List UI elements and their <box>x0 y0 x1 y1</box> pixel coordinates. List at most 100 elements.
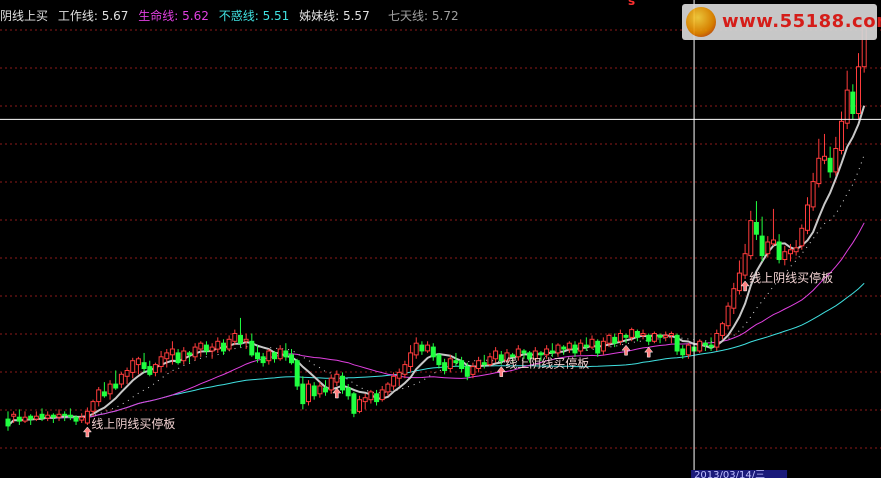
candle-body <box>323 387 328 393</box>
candle-body <box>300 383 306 405</box>
candle-body <box>181 350 187 362</box>
candle-body <box>345 387 351 397</box>
candle-body <box>215 340 221 350</box>
candle-body <box>385 383 391 393</box>
candle-body <box>759 235 765 257</box>
candle-body <box>56 413 62 418</box>
candle-body <box>646 334 652 342</box>
candle-body <box>96 389 102 403</box>
seven-line-name: 七天线: <box>388 9 429 23</box>
candle-body <box>402 364 408 375</box>
candle-body <box>572 344 578 354</box>
candle-body <box>152 364 158 373</box>
candle-body <box>487 356 493 366</box>
candle-body <box>481 362 487 366</box>
candle-body <box>600 340 606 352</box>
candle-body <box>827 157 833 173</box>
candle-body <box>5 418 11 427</box>
candlestick-chart[interactable]: 线上阴线买停板线上阴线买停板线上阴线买停板 2013/03/14/三 <box>0 0 881 478</box>
buy-arrow-icon <box>740 280 750 292</box>
candle-body <box>124 370 130 377</box>
candle-body <box>311 385 317 397</box>
candle-body <box>266 350 272 362</box>
candle-body <box>521 350 527 354</box>
candle-body <box>255 352 260 360</box>
candle-body <box>544 348 550 356</box>
candle-body <box>90 401 96 412</box>
candle-body <box>357 399 362 412</box>
candle-body <box>169 348 175 356</box>
candle-body <box>101 391 107 397</box>
candle-body <box>782 251 788 260</box>
sister-line-name: 姊妹线: <box>299 9 340 23</box>
candle-body <box>413 342 419 356</box>
candle-body <box>340 375 345 391</box>
candle-body <box>118 373 124 385</box>
candle-body <box>561 346 567 350</box>
candle-body <box>226 338 232 350</box>
candle-body <box>805 204 810 231</box>
annotation-label: 线上阴线买停板 <box>91 416 175 431</box>
candle-body <box>657 334 663 338</box>
candle-body <box>753 222 759 235</box>
candle-body <box>464 366 470 377</box>
buy-arrow-icon <box>644 346 654 358</box>
candle-body <box>459 360 465 370</box>
buhuo-line-name: 不惑线: <box>218 9 259 23</box>
candle-body <box>623 334 629 338</box>
candle-body <box>493 350 499 360</box>
candle-body <box>67 414 73 418</box>
candle-body <box>334 373 340 383</box>
candle-body <box>788 249 793 255</box>
candle-body <box>685 344 691 356</box>
candle-body <box>368 391 374 401</box>
candle-body <box>555 344 561 354</box>
candle-body <box>839 120 844 152</box>
candle-body <box>833 148 839 173</box>
buhuo-line-label: 不惑线: 5.51 <box>219 9 290 23</box>
candle-body <box>799 227 805 247</box>
candle-body <box>430 346 436 358</box>
candle-body <box>283 350 289 358</box>
candle-body <box>221 342 226 352</box>
candle-body <box>566 342 572 350</box>
candle-body <box>396 371 402 379</box>
candle-body <box>84 410 90 424</box>
candle-body <box>583 344 589 348</box>
candle-body <box>277 348 283 360</box>
candle-body <box>442 362 448 372</box>
work-line <box>7 105 866 427</box>
candle-body <box>22 416 28 422</box>
candle-body <box>714 333 720 348</box>
candle-body <box>50 414 56 418</box>
candle-body <box>158 356 164 367</box>
candle-body <box>844 89 850 124</box>
candle-body <box>771 239 776 245</box>
candle-body <box>725 305 731 327</box>
candle-body <box>731 288 737 309</box>
candle-body <box>79 416 85 421</box>
candle-body <box>850 91 856 114</box>
candle-body <box>374 393 380 403</box>
candle-body <box>232 333 238 342</box>
candle-body <box>408 352 414 367</box>
candle-body <box>589 338 595 348</box>
candle-body <box>328 377 334 391</box>
candle-body <box>379 389 385 401</box>
work-line-name: 工作线: <box>57 9 98 23</box>
candle-body <box>498 354 504 362</box>
candle-body <box>595 340 601 354</box>
candle-body <box>674 334 680 352</box>
candle-body <box>776 241 782 260</box>
candle-body <box>28 415 34 420</box>
kline-chart-window[interactable]: 线上阴线买停板 线上阴线买停板 线上阴线买停板 2013/03/14/三 阴线上买 … <box>0 0 881 478</box>
candle-body <box>294 360 300 387</box>
candle-body <box>549 350 555 354</box>
buy-arrow-icon <box>496 366 506 377</box>
candle-body <box>668 333 674 336</box>
annotation-label: 线上阴线买停板 <box>749 270 833 285</box>
candle-body <box>453 360 459 364</box>
sister-line-value: 5.57 <box>342 9 370 23</box>
candle-body <box>476 360 482 370</box>
candle-body <box>617 333 623 342</box>
